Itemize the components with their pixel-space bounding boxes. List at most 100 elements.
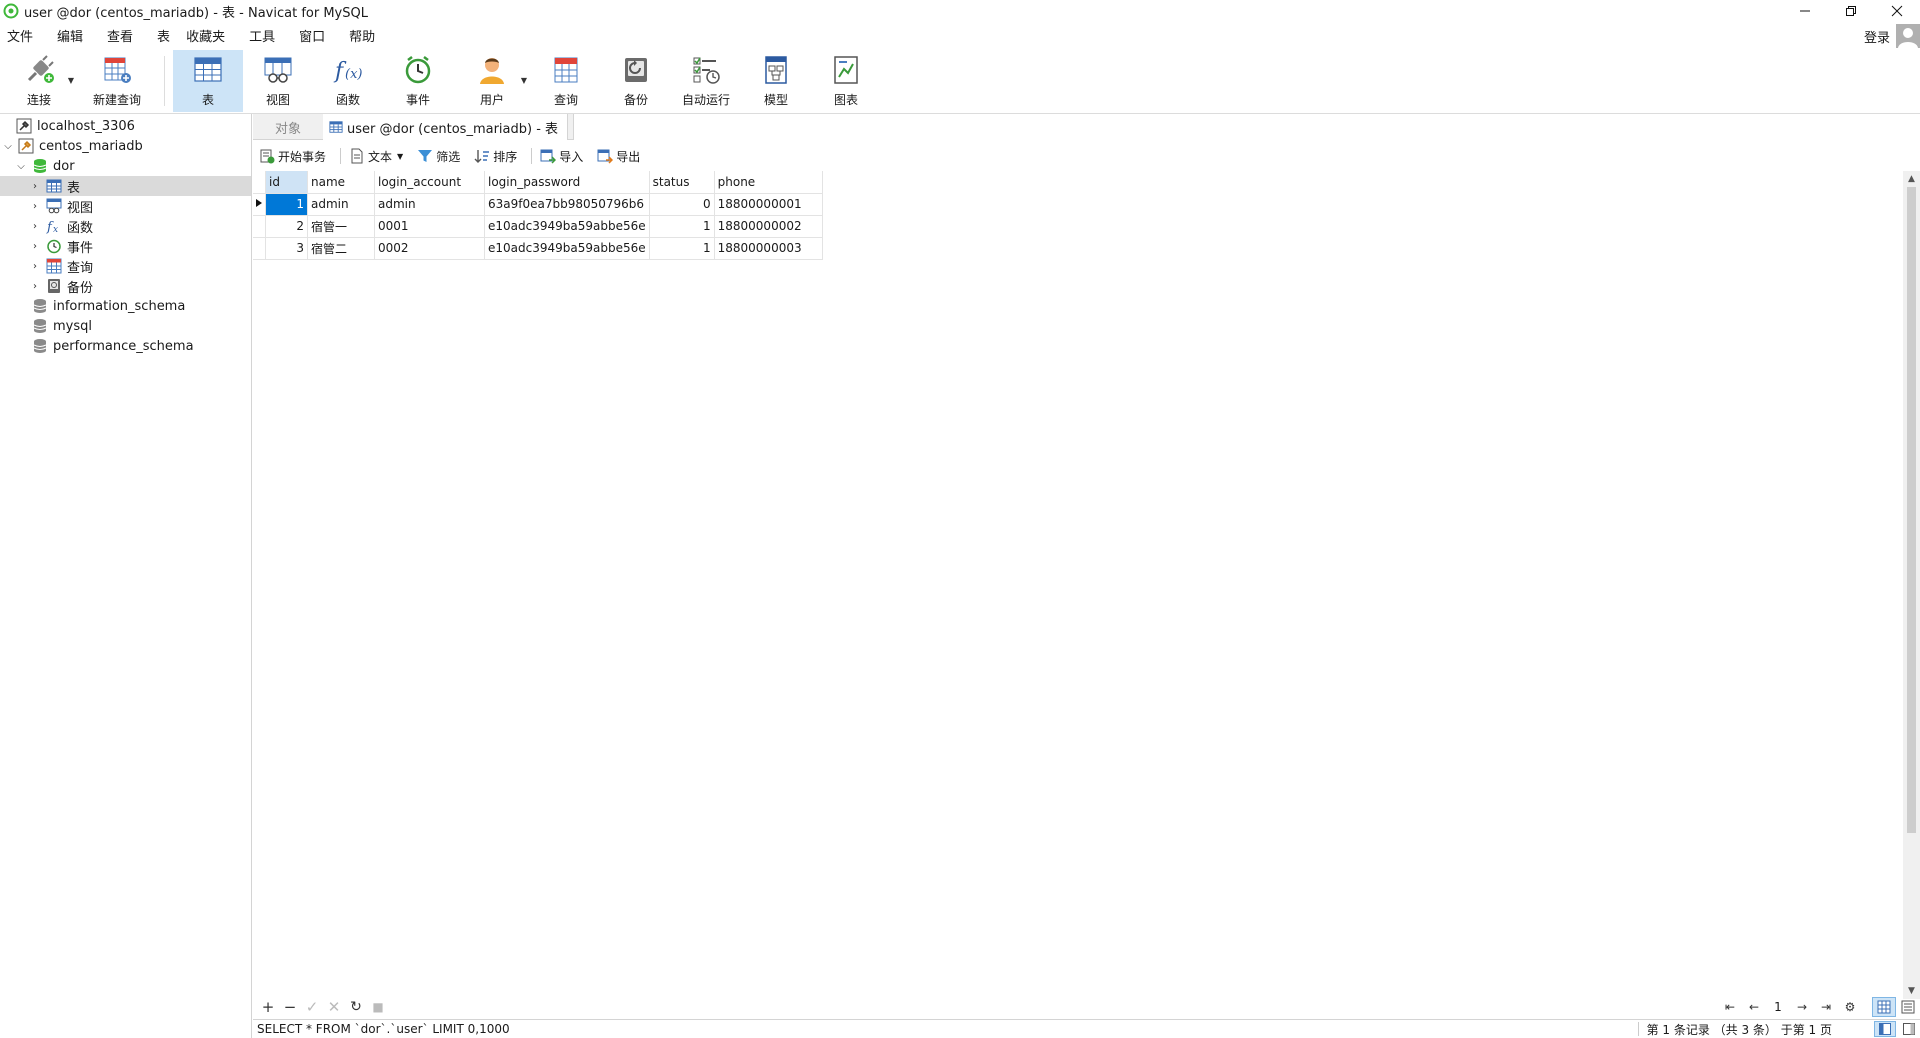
- refresh-icon[interactable]: ↻: [345, 999, 367, 1015]
- tree-item-performance-schema[interactable]: performance_schema: [0, 336, 251, 356]
- delete-record-icon[interactable]: −: [279, 998, 301, 1016]
- toolbar-automation-button[interactable]: 自动运行: [671, 50, 741, 112]
- toolbar-model-button[interactable]: 模型: [741, 50, 811, 112]
- chevron-right-icon[interactable]: ›: [29, 261, 41, 272]
- cell-login-password[interactable]: e10adc3949ba59abbe56e: [484, 236, 650, 260]
- cell-id[interactable]: 2: [265, 214, 308, 238]
- column-header-status[interactable]: status: [648, 171, 715, 194]
- first-page-icon[interactable]: ⇤: [1718, 1000, 1742, 1014]
- chevron-right-icon[interactable]: ›: [29, 181, 41, 192]
- add-record-icon[interactable]: +: [257, 998, 279, 1016]
- cell-status[interactable]: 0: [648, 192, 715, 216]
- scrollbar-thumb[interactable]: [1907, 187, 1916, 833]
- filter-button[interactable]: 筛选: [417, 148, 460, 165]
- chevron-down-icon[interactable]: ▼: [397, 152, 403, 161]
- next-page-icon[interactable]: →: [1790, 1000, 1814, 1014]
- scroll-up-icon[interactable]: ▲: [1903, 171, 1920, 187]
- cell-login-account[interactable]: 0002: [374, 236, 485, 260]
- menu-favorites[interactable]: 收藏夹: [178, 26, 233, 45]
- cell-name[interactable]: 宿管二: [307, 236, 375, 260]
- gear-icon[interactable]: ⚙: [1838, 1000, 1862, 1014]
- toolbar-chart-button[interactable]: 图表: [811, 50, 881, 112]
- discard-changes-icon[interactable]: ✕: [323, 998, 345, 1016]
- chevron-right-icon[interactable]: ›: [29, 281, 41, 292]
- tree-item-queries[interactable]: › 查询: [0, 256, 251, 276]
- apply-changes-icon[interactable]: ✓: [301, 998, 323, 1016]
- cell-phone[interactable]: 18800000003: [713, 236, 823, 260]
- column-header-name[interactable]: name: [307, 171, 375, 194]
- cell-status[interactable]: 1: [648, 214, 715, 238]
- table-row[interactable]: 3 宿管二 0002 e10adc3949ba59abbe56e 1 18800…: [253, 236, 823, 260]
- form-view-button[interactable]: [1896, 997, 1920, 1017]
- column-header-login-account[interactable]: login_account: [374, 171, 485, 194]
- toolbar-table-button[interactable]: 表: [173, 50, 243, 112]
- vertical-scrollbar[interactable]: ▲ ▼: [1903, 171, 1920, 999]
- tree-item-information-schema[interactable]: information_schema: [0, 296, 251, 316]
- cell-login-password[interactable]: 63a9f0ea7bb98050796b6: [484, 192, 650, 216]
- minimize-icon[interactable]: [1782, 0, 1828, 22]
- tab-user-table[interactable]: user @dor (centos_mariadb) - 表: [323, 114, 568, 140]
- cell-login-password[interactable]: e10adc3949ba59abbe56e: [484, 214, 650, 238]
- column-header-phone[interactable]: phone: [713, 171, 823, 194]
- cell-status[interactable]: 1: [648, 236, 715, 260]
- cell-phone[interactable]: 18800000001: [713, 192, 823, 216]
- last-page-icon[interactable]: ⇥: [1814, 1000, 1838, 1014]
- toolbar-view-button[interactable]: 视图: [243, 50, 313, 112]
- tree-item-tables[interactable]: › 表: [0, 176, 251, 196]
- menu-view[interactable]: 查看: [99, 26, 141, 45]
- toolbar-connection-button[interactable]: 连接 ▼: [0, 50, 78, 112]
- tree-item-backups[interactable]: › 备份: [0, 276, 251, 296]
- menu-help[interactable]: 帮助: [341, 26, 383, 45]
- chevron-down-icon[interactable]: ⌵: [2, 141, 14, 152]
- menu-window[interactable]: 窗口: [291, 26, 333, 45]
- cell-id[interactable]: 1: [265, 192, 308, 216]
- chevron-right-icon[interactable]: ›: [29, 201, 41, 212]
- tree-item-localhost[interactable]: localhost_3306: [0, 116, 251, 136]
- toolbar-new-query-button[interactable]: 新建查询: [78, 50, 156, 112]
- tab-objects[interactable]: 对象: [253, 114, 323, 140]
- tree-item-dor[interactable]: ⌵ dor: [0, 156, 251, 176]
- tree-item-events[interactable]: › 事件: [0, 236, 251, 256]
- toolbar-event-button[interactable]: 事件: [383, 50, 453, 112]
- stop-icon[interactable]: ■: [367, 1000, 389, 1014]
- close-icon[interactable]: [1874, 0, 1920, 22]
- cell-phone[interactable]: 18800000002: [713, 214, 823, 238]
- cell-name[interactable]: 宿管一: [307, 214, 375, 238]
- begin-transaction-button[interactable]: 开始事务: [259, 148, 326, 165]
- menu-table[interactable]: 表: [149, 26, 178, 45]
- tree-item-views[interactable]: › 视图: [0, 196, 251, 216]
- toolbar-function-button[interactable]: f (x) 函数: [313, 50, 383, 112]
- page-number[interactable]: 1: [1766, 1000, 1790, 1014]
- chevron-right-icon[interactable]: ›: [29, 221, 41, 232]
- import-button[interactable]: 导入: [540, 148, 583, 165]
- toggle-sidebar-button[interactable]: [1874, 1021, 1896, 1037]
- export-button[interactable]: 导出: [597, 148, 640, 165]
- chevron-down-icon[interactable]: ⌵: [15, 161, 27, 172]
- previous-page-icon[interactable]: ←: [1742, 1000, 1766, 1014]
- restore-icon[interactable]: [1828, 0, 1874, 22]
- tree-item-functions[interactable]: › fx 函数: [0, 216, 251, 236]
- tree-item-mysql[interactable]: mysql: [0, 316, 251, 336]
- tree-item-centos-mariadb[interactable]: ⌵ centos_mariadb: [0, 136, 251, 156]
- login-area[interactable]: 登录: [1864, 22, 1920, 50]
- column-header-id[interactable]: id: [265, 171, 308, 194]
- chevron-right-icon[interactable]: ›: [29, 241, 41, 252]
- menu-file[interactable]: 文件: [0, 26, 41, 45]
- text-view-button[interactable]: 文本 ▼: [349, 148, 403, 165]
- cell-name[interactable]: admin: [307, 192, 375, 216]
- toolbar-user-button[interactable]: 用户 ▼: [453, 50, 531, 112]
- login-link[interactable]: 登录: [1864, 27, 1890, 46]
- chevron-down-icon[interactable]: ▼: [68, 76, 74, 85]
- menu-tools[interactable]: 工具: [241, 26, 283, 45]
- sort-button[interactable]: 排序: [474, 148, 517, 165]
- table-row[interactable]: 1 admin admin 63a9f0ea7bb98050796b6 0 18…: [253, 192, 823, 216]
- column-header-login-password[interactable]: login_password: [484, 171, 650, 194]
- cell-login-account[interactable]: admin: [374, 192, 485, 216]
- toggle-info-panel-button[interactable]: [1898, 1021, 1920, 1037]
- table-row[interactable]: 2 宿管一 0001 e10adc3949ba59abbe56e 1 18800…: [253, 214, 823, 238]
- menu-edit[interactable]: 编辑: [49, 26, 91, 45]
- chevron-down-icon[interactable]: ▼: [521, 76, 527, 85]
- cell-login-account[interactable]: 0001: [374, 214, 485, 238]
- cell-id[interactable]: 3: [265, 236, 308, 260]
- toolbar-query-button[interactable]: 查询: [531, 50, 601, 112]
